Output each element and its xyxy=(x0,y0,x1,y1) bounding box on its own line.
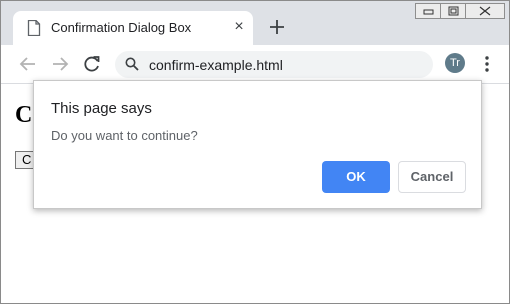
ok-button[interactable]: OK xyxy=(322,161,390,193)
restore-icon xyxy=(448,6,459,16)
dialog-title: This page says xyxy=(51,100,152,117)
page-heading: C xyxy=(15,102,33,128)
address-bar[interactable]: confirm-example.html xyxy=(115,51,433,78)
forward-arrow-icon[interactable] xyxy=(49,53,71,75)
window-controls xyxy=(415,3,507,19)
close-window-button[interactable] xyxy=(465,3,505,19)
search-icon xyxy=(125,57,139,71)
profile-avatar[interactable]: Tr xyxy=(445,53,465,73)
minimize-icon xyxy=(423,9,434,15)
back-arrow-icon[interactable] xyxy=(17,53,39,75)
confirm-dialog: This page says Do you want to continue? … xyxy=(33,80,482,209)
new-tab-plus-icon[interactable] xyxy=(267,17,287,37)
tab-strip: Confirmation Dialog Box × xyxy=(1,1,509,45)
browser-toolbar: confirm-example.html Tr xyxy=(1,45,509,84)
minimize-button[interactable] xyxy=(415,3,441,19)
dialog-message: Do you want to continue? xyxy=(51,128,198,143)
cancel-button[interactable]: Cancel xyxy=(398,161,466,193)
browser-window: Confirmation Dialog Box × confirm-exampl… xyxy=(0,0,510,304)
kebab-menu-icon[interactable] xyxy=(479,54,495,74)
close-tab-icon[interactable]: × xyxy=(231,19,247,35)
restore-button[interactable] xyxy=(440,3,466,19)
tab-title: Confirmation Dialog Box xyxy=(51,20,192,35)
document-icon xyxy=(27,20,41,36)
reload-icon[interactable] xyxy=(81,53,103,75)
close-window-icon xyxy=(479,6,491,16)
url-text[interactable]: confirm-example.html xyxy=(149,57,283,73)
tab-confirmation-dialog[interactable]: Confirmation Dialog Box × xyxy=(13,11,253,45)
